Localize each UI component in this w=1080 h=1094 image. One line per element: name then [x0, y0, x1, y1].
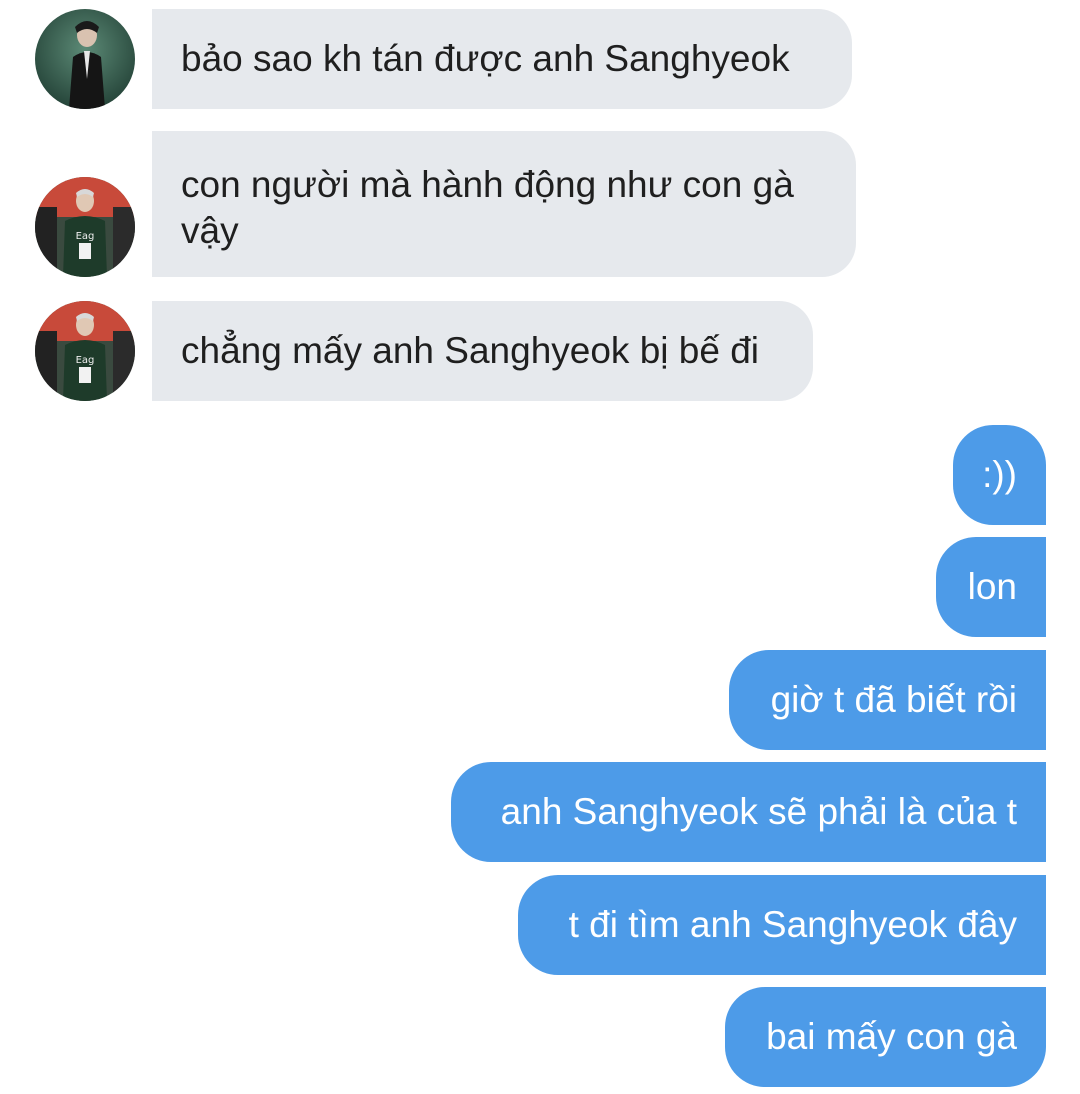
- avatar-icon[interactable]: Eag: [35, 301, 135, 401]
- outgoing-message[interactable]: t đi tìm anh Sanghyeok đây: [518, 875, 1046, 975]
- message-text: bai mấy con gà: [766, 1016, 1017, 1057]
- outgoing-message[interactable]: giờ t đã biết rồi: [729, 650, 1046, 750]
- message-text: giờ t đã biết rồi: [770, 679, 1017, 720]
- message-text: chẳng mấy anh Sanghyeok bị bế đi: [181, 330, 760, 371]
- message-text: :)): [982, 454, 1017, 495]
- avatar-icon[interactable]: [35, 9, 135, 109]
- message-text: con người mà hành động như con gà vậy: [181, 164, 794, 251]
- avatar-icon[interactable]: Eag: [35, 177, 135, 277]
- outgoing-message[interactable]: :)): [953, 425, 1046, 525]
- svg-text:Eag: Eag: [76, 231, 95, 242]
- message-text: bảo sao kh tán được anh Sanghyeok: [181, 38, 790, 79]
- outgoing-message[interactable]: lon: [936, 537, 1046, 637]
- incoming-message[interactable]: bảo sao kh tán được anh Sanghyeok: [152, 9, 852, 109]
- message-text: anh Sanghyeok sẽ phải là của t: [500, 791, 1017, 832]
- message-thread: bảo sao kh tán được anh Sanghyeok Eag co…: [0, 0, 1080, 1094]
- message-text: t đi tìm anh Sanghyeok đây: [568, 904, 1017, 945]
- incoming-message[interactable]: con người mà hành động như con gà vậy: [152, 131, 856, 277]
- message-text: lon: [967, 566, 1017, 607]
- outgoing-message[interactable]: bai mấy con gà: [725, 987, 1046, 1087]
- svg-text:Eag: Eag: [76, 355, 95, 366]
- outgoing-message[interactable]: anh Sanghyeok sẽ phải là của t: [451, 762, 1046, 862]
- incoming-message[interactable]: chẳng mấy anh Sanghyeok bị bế đi: [152, 301, 813, 401]
